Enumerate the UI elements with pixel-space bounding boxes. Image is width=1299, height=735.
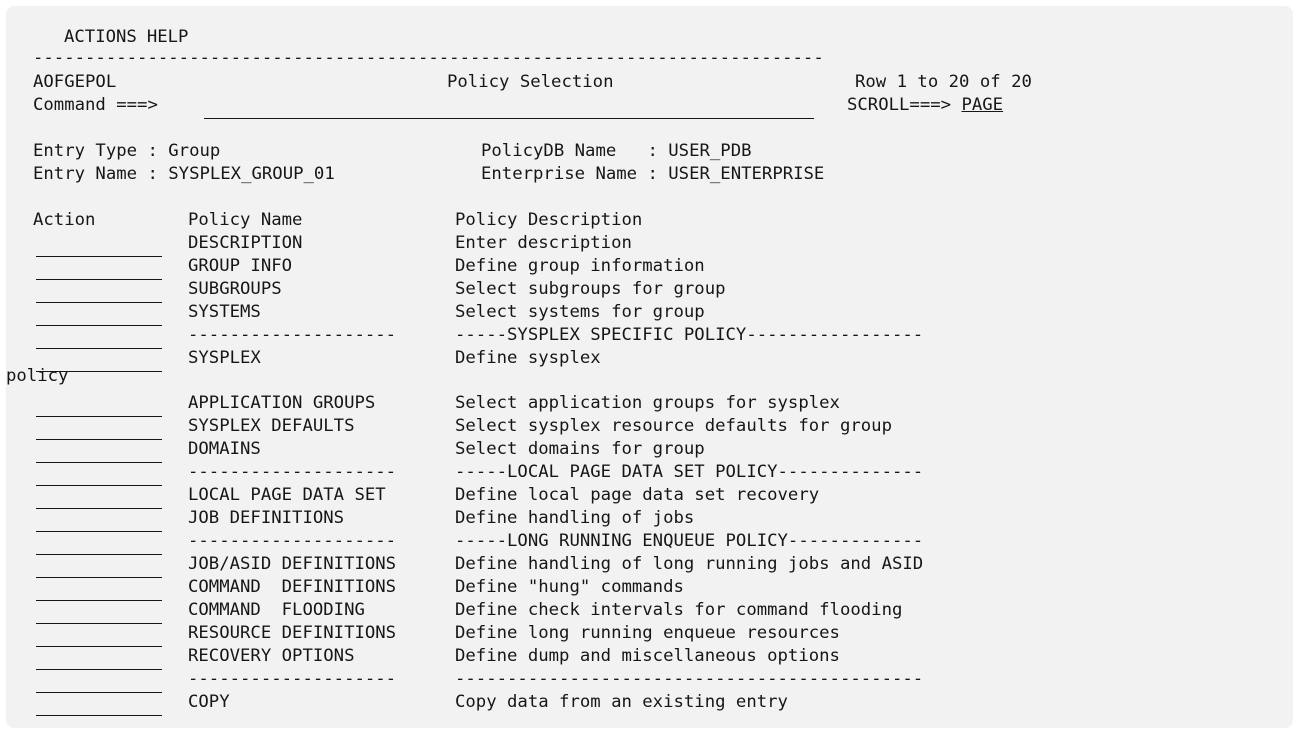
action-input[interactable]	[36, 626, 162, 647]
action-input[interactable]	[36, 282, 162, 303]
policy-description: Define long running enqueue resources	[455, 623, 840, 643]
policy-description: -----LOCAL PAGE DATA SET POLICY---------…	[455, 462, 924, 482]
policy-name: DESCRIPTION	[188, 233, 303, 253]
policy-description: Define local page data set recovery	[455, 485, 820, 505]
command-label: Command ===>	[33, 95, 158, 115]
policy-description: Define dump and miscellaneous options	[455, 646, 840, 666]
policy-name: SYSPLEX DEFAULTS	[188, 416, 355, 436]
policy-description: Define "hung" commands	[455, 577, 684, 597]
action-input[interactable]	[36, 511, 162, 532]
policy-description: Enter description	[455, 233, 632, 253]
policy-description: Define group information	[455, 256, 705, 276]
policy-description: Select domains for group	[455, 439, 705, 459]
policy-name: GROUP INFO	[188, 256, 293, 276]
action-input[interactable]	[36, 488, 162, 509]
policy-name: DOMAINS	[188, 439, 261, 459]
action-input[interactable]	[36, 695, 162, 716]
column-header-policy-description: Policy Description	[455, 210, 643, 230]
policy-description: -----SYSPLEX SPECIFIC POLICY------------…	[455, 325, 924, 345]
action-input[interactable]	[36, 465, 162, 486]
policy-name: SYSPLEX	[188, 348, 261, 368]
action-input[interactable]	[36, 603, 162, 624]
header-separator: ----------------------------------------…	[33, 48, 824, 68]
scroll-label: SCROLL===>	[847, 95, 952, 115]
entry-type: Entry Type : Group	[33, 141, 221, 161]
policy-name: SUBGROUPS	[188, 279, 282, 299]
policy-description: Select systems for group	[455, 302, 705, 322]
action-input[interactable]	[36, 534, 162, 555]
panel-id: AOFGEPOL	[33, 72, 117, 92]
wrapped-text: policy	[6, 366, 69, 386]
action-input[interactable]	[36, 236, 162, 257]
scroll-amount-field[interactable]: PAGE	[961, 95, 1003, 115]
action-input[interactable]	[36, 442, 162, 463]
policy-description: Select sysplex resource defaults for gro…	[455, 416, 892, 436]
entry-name: Entry Name : SYSPLEX_GROUP_01	[33, 164, 335, 184]
policy-description: Select subgroups for group	[455, 279, 726, 299]
policy-description: Define check intervals for command flood…	[455, 600, 903, 620]
action-input[interactable]	[36, 259, 162, 280]
policy-description: ----------------------------------------…	[455, 669, 924, 689]
row-info: Row 1 to 20 of 20	[855, 72, 1032, 92]
policy-description: Define sysplex	[455, 348, 601, 368]
policy-description: Define handling of jobs	[455, 508, 695, 528]
action-input[interactable]	[36, 396, 162, 417]
action-input[interactable]	[36, 305, 162, 326]
terminal-screen: ACTIONS HELP ----------------------------…	[6, 6, 1293, 728]
action-input[interactable]	[36, 649, 162, 670]
policy-name: JOB/ASID DEFINITIONS	[188, 554, 397, 574]
policy-name: COMMAND FLOODING	[188, 600, 365, 620]
command-input[interactable]	[204, 98, 814, 119]
policy-description: Copy data from an existing entry	[455, 692, 788, 712]
policy-name: COMMAND DEFINITIONS	[188, 577, 397, 597]
policy-name: RECOVERY OPTIONS	[188, 646, 355, 666]
policy-name: LOCAL PAGE DATA SET	[188, 485, 386, 505]
policy-name: --------------------	[188, 462, 397, 482]
policy-name: --------------------	[188, 669, 397, 689]
policy-name: COPY	[188, 692, 230, 712]
menu-bar: ACTIONS HELP	[64, 26, 198, 49]
policy-name: SYSTEMS	[188, 302, 261, 322]
enterprise-name: Enterprise Name : USER_ENTERPRISE	[481, 164, 825, 184]
policy-description: Define handling of long running jobs and…	[455, 554, 924, 574]
action-input[interactable]	[36, 580, 162, 601]
action-input[interactable]	[36, 419, 162, 440]
page-title: Policy Selection	[447, 72, 614, 92]
action-input[interactable]	[36, 557, 162, 578]
column-header-policy-name: Policy Name	[188, 210, 303, 230]
policy-name: JOB DEFINITIONS	[188, 508, 345, 528]
policy-name: APPLICATION GROUPS	[188, 393, 376, 413]
action-input[interactable]	[36, 328, 162, 349]
menu-help[interactable]: HELP	[147, 27, 189, 47]
policy-description: -----LONG RUNNING ENQUEUE POLICY--------…	[455, 531, 924, 551]
action-input[interactable]	[36, 672, 162, 693]
column-header-action: Action	[33, 210, 96, 230]
policy-name: RESOURCE DEFINITIONS	[188, 623, 397, 643]
policy-name: --------------------	[188, 531, 397, 551]
policydb-name: PolicyDB Name : USER_PDB	[481, 141, 752, 161]
scroll-indicator: SCROLL===> PAGE	[847, 94, 1003, 117]
policy-name: --------------------	[188, 325, 397, 345]
policy-description: Select application groups for sysplex	[455, 393, 840, 413]
menu-actions[interactable]: ACTIONS	[64, 27, 137, 47]
